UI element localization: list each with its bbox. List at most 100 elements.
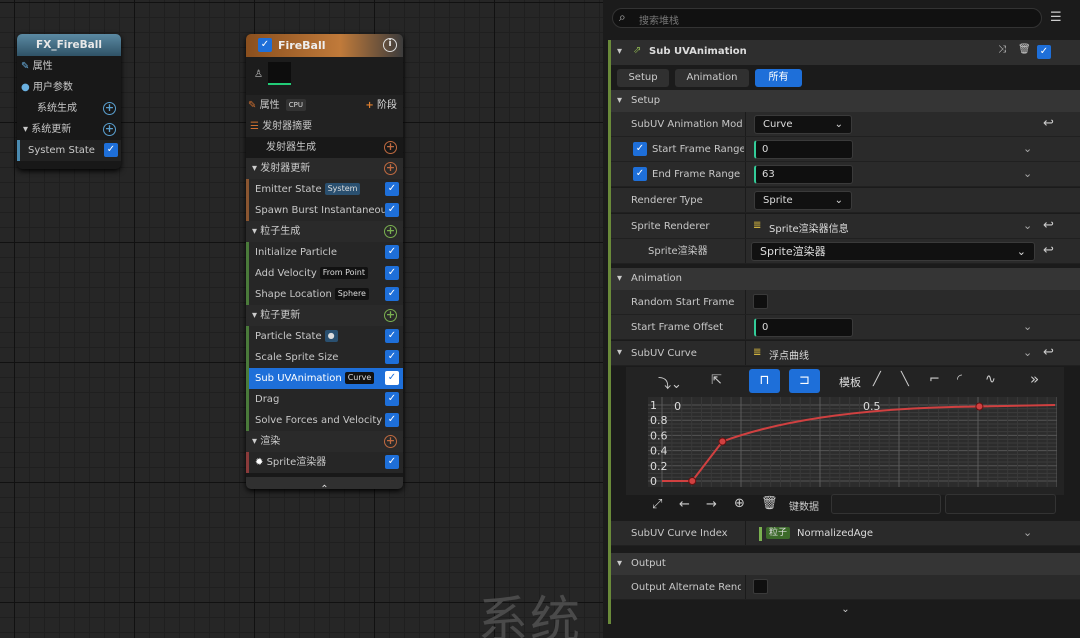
- init-particle-row[interactable]: Initialize Particle ✓: [246, 242, 403, 263]
- emitter-enable-checkbox[interactable]: ✓: [258, 38, 272, 52]
- drag-checkbox[interactable]: ✓: [385, 392, 399, 406]
- collapse-arrow-icon[interactable]: ▾: [252, 436, 257, 447]
- random-start-checkbox[interactable]: [753, 294, 768, 309]
- init-particle-checkbox[interactable]: ✓: [385, 245, 399, 259]
- particle-state-checkbox[interactable]: ✓: [385, 329, 399, 343]
- collapse-arrow-icon[interactable]: ▾: [617, 90, 622, 112]
- curve-graph[interactable]: 1 0.8 0.6 0.4 0.2 0 0 0.5: [648, 397, 1058, 488]
- fit-view-icon[interactable]: ⤢: [652, 497, 662, 512]
- scale-sprite-checkbox[interactable]: ✓: [385, 350, 399, 364]
- prev-key-icon[interactable]: ←: [679, 497, 690, 512]
- shape-location-row[interactable]: Shape Location Sphere ✓: [246, 284, 403, 305]
- animation-category[interactable]: ▾ Animation: [611, 268, 1080, 290]
- filter-icon[interactable]: ☰: [1050, 10, 1062, 25]
- reset-icon[interactable]: ↩: [1043, 243, 1054, 258]
- output-alt-checkbox[interactable]: [753, 579, 768, 594]
- scale-sprite-row[interactable]: Scale Sprite Size ✓: [246, 347, 403, 368]
- sprite-renderer-row[interactable]: ✹ Sprite渲染器 ✓: [246, 452, 403, 473]
- emitter-summary-row[interactable]: ☰ 发射器摘要: [246, 116, 403, 137]
- add-emitter-update-icon[interactable]: +: [384, 162, 397, 175]
- system-state-row[interactable]: System State ✓: [17, 140, 121, 161]
- add-velocity-row[interactable]: Add Velocity From Point ✓: [246, 263, 403, 284]
- module-header[interactable]: ▾ ⇗ Sub UVAnimation ⤨ 🗑 ✓: [611, 40, 1080, 65]
- chevron-down-icon[interactable]: ⌄: [1023, 167, 1032, 180]
- start-frame-input[interactable]: 0: [754, 140, 853, 159]
- node-graph[interactable]: 系统 FX_FireBall ✎ 属性 ● 用户参数 系统生成 + ▾ 系统更新…: [0, 0, 603, 638]
- chevron-down-icon[interactable]: ⌄: [1023, 142, 1032, 155]
- curve-index-value[interactable]: NormalizedAge: [797, 528, 873, 539]
- reset-icon[interactable]: ↩: [1043, 218, 1054, 233]
- template-ease-out-icon[interactable]: ⌐: [929, 372, 940, 387]
- key-value-input[interactable]: [945, 494, 1056, 514]
- collapse-arrow-icon[interactable]: ▾: [252, 310, 257, 321]
- add-emitter-spawn-icon[interactable]: +: [384, 141, 397, 154]
- add-particle-spawn-icon[interactable]: +: [384, 225, 397, 238]
- tab-setup[interactable]: Setup: [617, 69, 669, 87]
- end-frame-input[interactable]: 63: [754, 165, 853, 184]
- end-frame-checkbox[interactable]: ✓: [633, 167, 647, 181]
- collapse-arrow-icon[interactable]: ▾: [252, 226, 257, 237]
- emitter-thumbnail[interactable]: [268, 62, 291, 85]
- collapse-node-button[interactable]: ⌃: [246, 477, 403, 489]
- trash-icon[interactable]: 🗑: [1018, 44, 1031, 55]
- emitter-props-row[interactable]: ✎ 属性 CPU + 阶段: [246, 95, 403, 116]
- add-key-icon[interactable]: ⊕: [734, 496, 745, 511]
- emitter-update-row[interactable]: ▾ 发射器更新 +: [246, 158, 403, 179]
- module-enable-checkbox[interactable]: ✓: [1037, 45, 1051, 59]
- add-velocity-checkbox[interactable]: ✓: [385, 266, 399, 280]
- anim-mode-dropdown[interactable]: Curve ⌄: [754, 115, 852, 134]
- tab-animation[interactable]: Animation: [675, 69, 749, 87]
- info-icon[interactable]: i: [383, 38, 397, 52]
- chevron-down-icon[interactable]: ⌄: [1023, 320, 1032, 333]
- add-system-spawn-icon[interactable]: +: [103, 102, 116, 115]
- fit-vertical-icon[interactable]: ⊐: [789, 369, 820, 393]
- system-spawn-row[interactable]: 系统生成 +: [17, 98, 121, 119]
- add-system-update-icon[interactable]: +: [103, 123, 116, 136]
- solve-forces-row[interactable]: Solve Forces and Velocity ✓: [246, 410, 403, 431]
- template-linear-up-icon[interactable]: ╱: [873, 372, 881, 387]
- collapse-arrow-icon[interactable]: ▾: [23, 124, 28, 135]
- collapse-arrow-icon[interactable]: ▾: [617, 553, 622, 575]
- renderer-type-dropdown[interactable]: Sprite ⌄: [754, 191, 852, 210]
- fit-horizontal-icon[interactable]: ⊓: [749, 369, 780, 393]
- system-update-row[interactable]: ▾ 系统更新 +: [17, 119, 121, 140]
- spawn-burst-row[interactable]: Spawn Burst Instantaneous ✓: [246, 200, 403, 221]
- open-external-icon[interactable]: ⇱: [711, 373, 722, 388]
- particle-spawn-row[interactable]: ▾ 粒子生成 +: [246, 221, 403, 242]
- user-params-row[interactable]: ● 用户参数: [17, 77, 121, 98]
- reset-icon[interactable]: ↩: [1043, 116, 1054, 131]
- shuffle-icon[interactable]: ⤨: [998, 44, 1006, 55]
- emitter-state-row[interactable]: Emitter State System ✓: [246, 179, 403, 200]
- collapse-arrow-icon[interactable]: ▾: [617, 347, 622, 358]
- particle-update-row[interactable]: ▾ 粒子更新 +: [246, 305, 403, 326]
- solve-forces-checkbox[interactable]: ✓: [385, 413, 399, 427]
- add-render-icon[interactable]: +: [384, 435, 397, 448]
- template-ease-in-icon[interactable]: ◜: [957, 372, 962, 387]
- collapse-arrow-icon[interactable]: ▾: [252, 163, 257, 174]
- curve-chart[interactable]: 10.80.60.40.200 0.5: [648, 397, 1058, 488]
- drag-row[interactable]: Drag ✓: [246, 389, 403, 410]
- sprite-renderer-checkbox[interactable]: ✓: [385, 455, 399, 469]
- reset-icon[interactable]: ↩: [1043, 345, 1054, 360]
- spawn-burst-checkbox[interactable]: ✓: [385, 203, 399, 217]
- sub-uv-checkbox[interactable]: ✓: [385, 371, 399, 385]
- start-frame-checkbox[interactable]: ✓: [633, 142, 647, 156]
- tab-all[interactable]: 所有: [755, 69, 802, 87]
- collapse-arrow-icon[interactable]: ▾: [617, 46, 622, 57]
- shape-location-checkbox[interactable]: ✓: [385, 287, 399, 301]
- more-templates-icon[interactable]: »: [1030, 370, 1039, 388]
- sprite-sub-dropdown[interactable]: Sprite渲染器 ⌄: [751, 242, 1035, 261]
- expand-more-button[interactable]: ⌄: [611, 604, 1080, 624]
- sub-uv-row[interactable]: Sub UVAnimation Curve ✓: [246, 368, 403, 389]
- stage-button[interactable]: + 阶段: [365, 95, 397, 116]
- emitter-node[interactable]: ✓ FireBall i ♙ ✎ 属性 CPU + 阶段 ☰ 发射器摘要 发射器…: [246, 34, 403, 489]
- search-input[interactable]: ⌕ 搜索堆栈: [612, 8, 1042, 28]
- delete-key-icon[interactable]: 🗑: [761, 496, 778, 511]
- curve-mode-icon[interactable]: ⤵⌄: [658, 373, 682, 392]
- add-particle-update-icon[interactable]: +: [384, 309, 397, 322]
- output-category[interactable]: ▾ Output: [611, 553, 1080, 575]
- template-linear-down-icon[interactable]: ╲: [901, 372, 909, 387]
- emitter-state-checkbox[interactable]: ✓: [385, 182, 399, 196]
- chevron-down-icon[interactable]: ⌄: [1023, 526, 1032, 539]
- chevron-down-icon[interactable]: ⌄: [1023, 346, 1032, 359]
